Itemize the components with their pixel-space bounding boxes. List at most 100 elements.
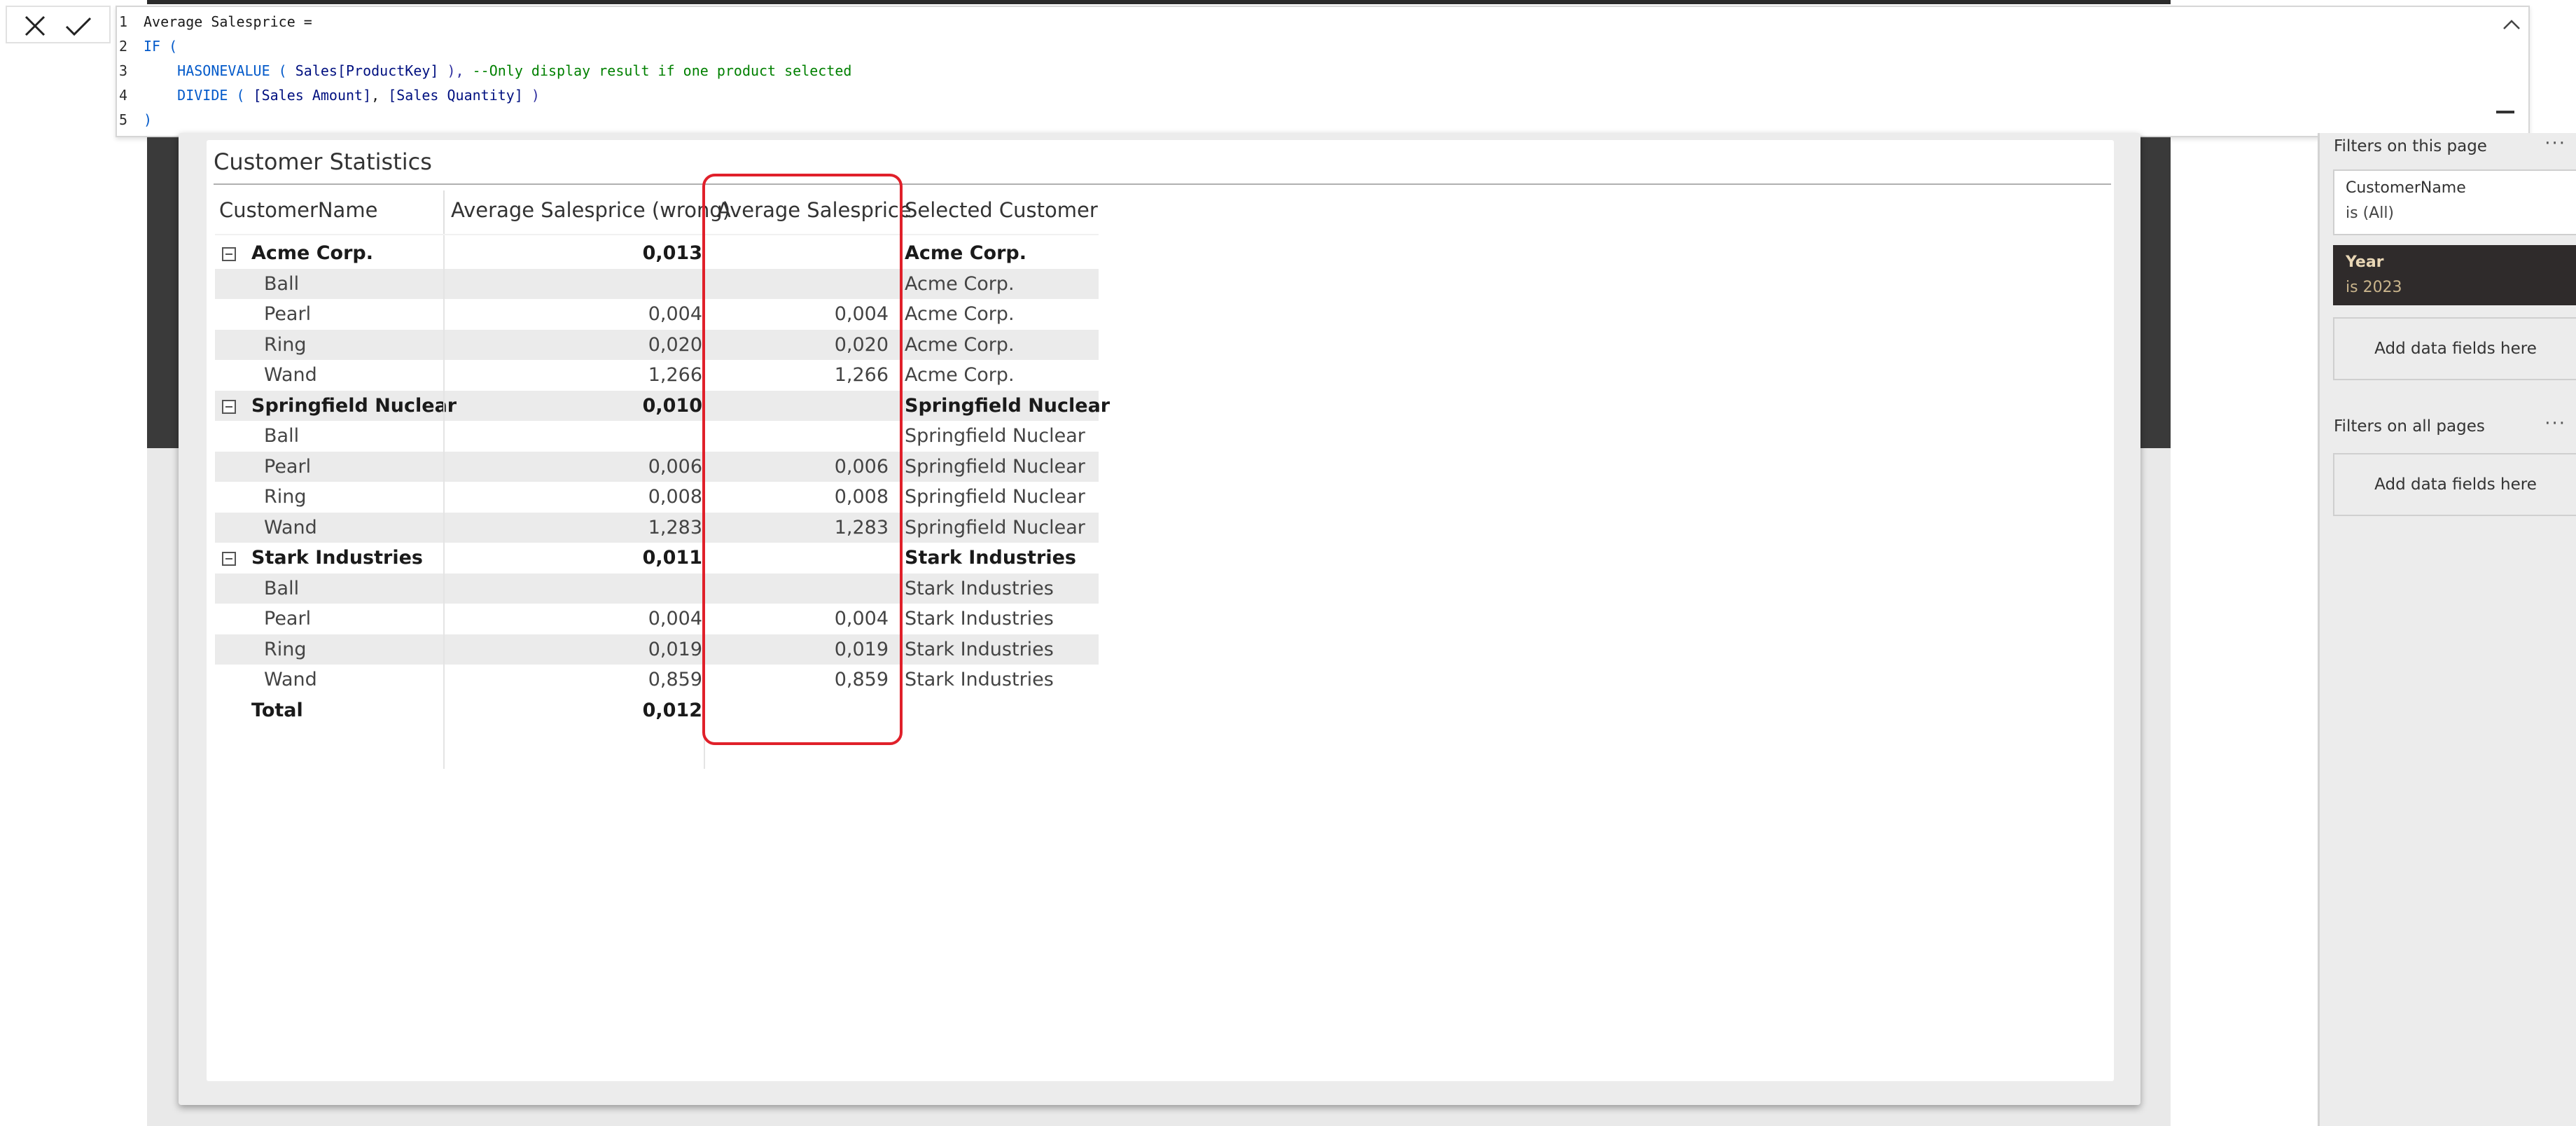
- cell-customer-name: Pearl: [264, 455, 312, 478]
- code-token: --Only display result if one product sel…: [472, 62, 852, 79]
- cell-avg-salesprice-wrong: 0,013: [642, 242, 702, 264]
- code-text: HASONEVALUE ( Sales[ProductKey] ), --Onl…: [144, 59, 851, 83]
- cell-avg-salesprice-wrong: 1,266: [648, 364, 702, 386]
- code-token: IF (: [144, 38, 178, 55]
- code-line[interactable]: 3 HASONEVALUE ( Sales[ProductKey] ), --O…: [117, 59, 2428, 83]
- matrix-row[interactable]: Ball Stark Industries: [215, 573, 1099, 604]
- filter-card-customername[interactable]: CustomerName is (All): [2333, 169, 2576, 235]
- code-token: ): [522, 87, 540, 104]
- cell-avg-salesprice-wrong: 0,008: [648, 486, 702, 508]
- column-divider: [443, 235, 445, 769]
- matrix-total-row[interactable]: Total 0,012: [215, 695, 1099, 725]
- cell-avg-salesprice-wrong: 0,004: [648, 608, 702, 630]
- header-customer-name[interactable]: CustomerName: [219, 188, 377, 235]
- code-token: ): [144, 111, 153, 128]
- code-token: ,: [371, 87, 389, 104]
- top-strip: [0, 0, 2576, 4]
- cell-selected-customer: Springfield Nuclear: [905, 394, 1111, 417]
- matrix-row[interactable]: Pearl 0,004 0,004 Acme Corp.: [215, 299, 1099, 329]
- matrix-group-row[interactable]: Stark Industries 0,011 Stark Industries: [215, 543, 1099, 573]
- cell-selected-customer: Springfield Nuclear: [905, 516, 1085, 538]
- filter-field-name: CustomerName: [2346, 179, 2466, 197]
- cell-customer-name: Pearl: [264, 303, 312, 325]
- matrix-row[interactable]: Pearl 0,004 0,004 Stark Industries: [215, 604, 1099, 634]
- cell-selected-customer: Springfield Nuclear: [905, 486, 1085, 508]
- code-token: HASONEVALUE (: [144, 62, 295, 79]
- cell-selected-customer: Acme Corp.: [905, 272, 1015, 295]
- cell-customer-name: Acme Corp.: [251, 242, 374, 264]
- add-data-fields-page[interactable]: Add data fields here: [2333, 317, 2576, 380]
- filters-on-all-pages-heading: Filters on all pages: [2334, 417, 2485, 436]
- code-line[interactable]: 5): [117, 108, 2428, 132]
- top-dark-bar: [147, 0, 2171, 4]
- line-number: 5: [119, 111, 128, 128]
- matrix-row[interactable]: Ball Springfield Nuclear: [215, 421, 1099, 451]
- line-number: 3: [119, 62, 128, 79]
- cell-avg-salesprice-wrong: 0,859: [648, 669, 702, 690]
- cell-selected-customer: Springfield Nuclear: [905, 455, 1085, 478]
- cell-selected-customer: Stark Industries: [905, 547, 1076, 569]
- highlight-annotation-box: [702, 174, 903, 745]
- cell-selected-customer: Acme Corp.: [905, 303, 1015, 325]
- cell-customer-name: Wand: [264, 516, 317, 538]
- matrix-row[interactable]: Ball Acme Corp.: [215, 268, 1099, 299]
- filter-field-value: is 2023: [2346, 279, 2402, 296]
- cell-selected-customer: Acme Corp.: [905, 333, 1015, 356]
- filter-card-year[interactable]: Year is 2023: [2333, 245, 2576, 305]
- title-divider: [214, 183, 2111, 185]
- commit-check-icon[interactable]: [63, 14, 94, 38]
- cell-selected-customer: Acme Corp.: [905, 364, 1015, 386]
- cell-selected-customer: Stark Industries: [905, 608, 1054, 630]
- header-avg-salesprice-wrong[interactable]: Average Salesprice (wrong): [451, 188, 730, 235]
- header-underline: [215, 234, 1099, 235]
- cell-customer-name: Ball: [264, 272, 300, 295]
- header-selected-customer[interactable]: Selected Customer: [905, 188, 1098, 235]
- chevron-up-icon[interactable]: [2502, 17, 2521, 34]
- matrix-group-row[interactable]: Springfield Nuclear 0,010 Springfield Nucl…: [215, 390, 1110, 421]
- code-line[interactable]: 4 DIVIDE ( [Sales Amount], [Sales Quanti…: [117, 83, 2428, 107]
- formula-commit-box: [6, 6, 111, 43]
- code-line[interactable]: 2 IF (: [117, 34, 2428, 58]
- matrix-row[interactable]: Ring 0,019 0,019 Stark Industries: [215, 634, 1099, 665]
- code-text: Average Salesprice =: [144, 10, 312, 34]
- more-options-icon[interactable]: ···: [2544, 133, 2566, 154]
- cell-avg-salesprice-wrong: 1,283: [648, 516, 702, 538]
- more-options-icon[interactable]: ···: [2544, 413, 2566, 434]
- matrix-row[interactable]: Pearl 0,006 0,006 Springfield Nuclear: [215, 451, 1099, 482]
- cell-customer-name: Total: [251, 699, 303, 721]
- matrix-row[interactable]: Wand 0,859 0,859 Stark Industries: [215, 665, 1099, 695]
- cell-avg-salesprice-wrong: 0,020: [648, 333, 702, 356]
- cell-selected-customer: Stark Industries: [905, 577, 1054, 599]
- cancel-icon[interactable]: [20, 14, 50, 38]
- cell-customer-name: Ball: [264, 425, 300, 447]
- matrix-row[interactable]: Wand 1,266 1,266 Acme Corp.: [215, 360, 1099, 390]
- add-data-fields-all[interactable]: Add data fields here: [2333, 453, 2576, 516]
- cell-selected-customer: Springfield Nuclear: [905, 425, 1085, 447]
- code-token: [Sales Quantity]: [388, 87, 523, 104]
- filters-on-page-heading: Filters on this page: [2334, 137, 2487, 155]
- cell-avg-salesprice-wrong: 0,011: [642, 547, 702, 569]
- visual-title: Customer Statistics: [214, 148, 432, 175]
- dax-formula-editor[interactable]: 1 Average Salesprice = 2 IF ( 3 HASONEVALUE …: [116, 6, 2530, 137]
- cell-avg-salesprice-wrong: 0,019: [648, 638, 702, 660]
- code-token: ),: [438, 62, 473, 79]
- cell-customer-name: Stark Industries: [251, 547, 423, 569]
- minimize-icon[interactable]: [2496, 111, 2514, 113]
- cell-customer-name: Ring: [264, 486, 307, 508]
- matrix-row[interactable]: Ring 0,008 0,008 Springfield Nuclear: [215, 482, 1099, 512]
- filter-pane: Filters on this page ··· CustomerName is…: [2318, 133, 2576, 1126]
- matrix-row[interactable]: Ring 0,020 0,020 Acme Corp.: [215, 329, 1099, 360]
- cell-customer-name: Wand: [264, 364, 317, 386]
- code-text: DIVIDE ( [Sales Amount], [Sales Quantity…: [144, 83, 540, 107]
- cell-avg-salesprice-wrong: 0,004: [648, 303, 702, 325]
- code-text: IF (: [144, 34, 177, 58]
- matrix-row[interactable]: Wand 1,283 1,283 Springfield Nuclear: [215, 512, 1099, 543]
- cell-customer-name: Ring: [264, 638, 307, 660]
- code-token: Sales[ProductKey]: [295, 62, 439, 79]
- matrix-group-row[interactable]: Acme Corp. 0,013 Acme Corp.: [215, 238, 1099, 268]
- code-line[interactable]: 1 Average Salesprice =: [117, 10, 2428, 34]
- filter-field-value: is (All): [2346, 204, 2395, 222]
- cell-customer-name: Springfield Nuclear: [251, 394, 457, 417]
- line-number: 2: [119, 38, 128, 55]
- code-token: Average Salesprice =: [144, 13, 312, 30]
